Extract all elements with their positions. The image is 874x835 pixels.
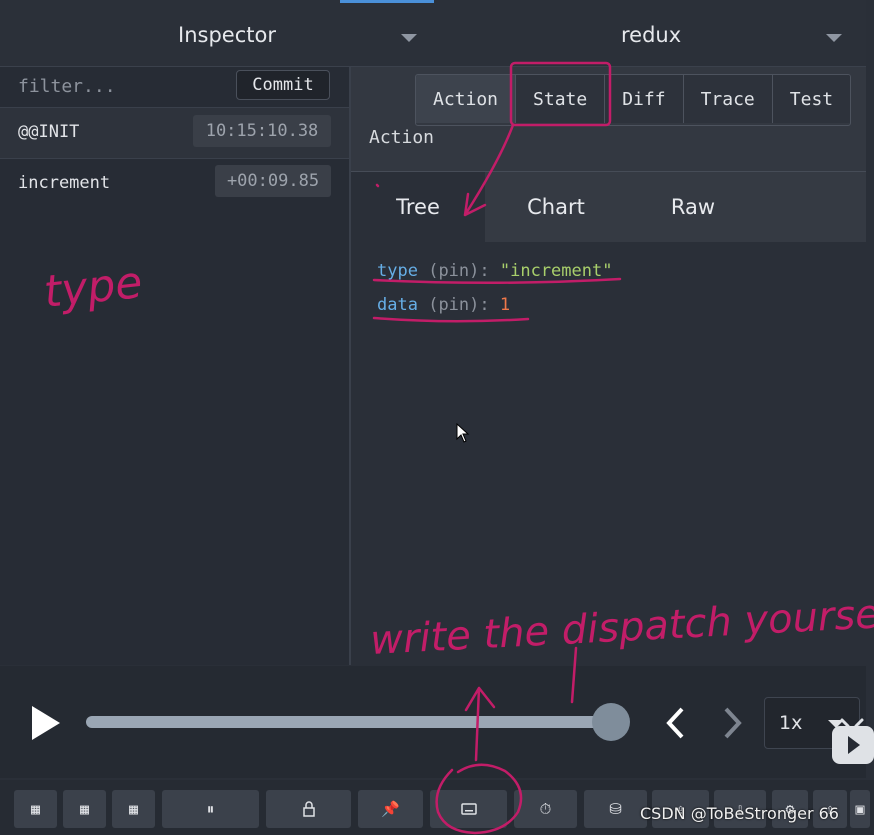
dispatch-underline-stroke: [570, 646, 578, 704]
data-underline: [372, 316, 530, 323]
dispatch-arrow: [464, 686, 496, 762]
state-tab-highlight: [509, 61, 612, 127]
type-underline: [372, 277, 622, 285]
red-dot: [375, 183, 380, 188]
arrow-to-tree: [463, 123, 515, 217]
type-annotation: type: [41, 257, 145, 318]
dispatch-button-circle: [435, 763, 523, 835]
annotation-overlay: [372, 61, 622, 835]
